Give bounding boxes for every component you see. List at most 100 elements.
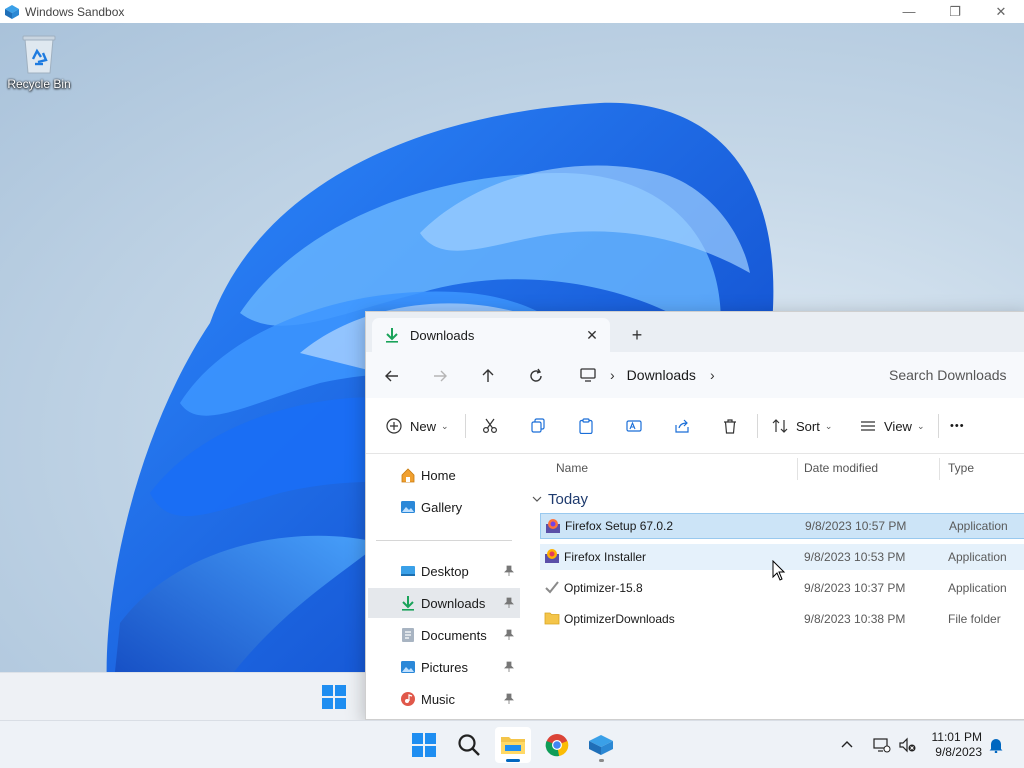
clock[interactable]: 11:01 PM 9/8/2023 <box>932 730 982 760</box>
forward-button[interactable] <box>428 364 452 388</box>
nav-label: Documents <box>421 627 487 643</box>
tab-close-button[interactable]: ✕ <box>578 321 606 349</box>
trash-icon <box>724 419 736 434</box>
gallery-icon <box>401 501 415 513</box>
forward-arrow-icon <box>434 370 447 382</box>
rename-icon <box>626 420 642 432</box>
nav-label: Downloads <box>421 595 486 611</box>
group-header-today[interactable]: Today <box>532 488 588 510</box>
file-date: 9/8/2023 10:57 PM <box>805 519 907 533</box>
navigation-pane: Home Gallery Desktop Downloads Documents… <box>366 454 522 719</box>
file-explorer-taskbar-button[interactable] <box>495 727 531 763</box>
column-header-name[interactable]: Name <box>556 454 588 482</box>
sort-icon <box>772 419 788 433</box>
copy-button[interactable] <box>530 414 546 438</box>
more-icon: ••• <box>950 420 965 432</box>
view-label: View <box>884 418 912 434</box>
recycle-bin-label: Recycle Bin <box>7 77 71 91</box>
file-name: Optimizer-15.8 <box>564 581 643 595</box>
recycle-bin[interactable]: Recycle Bin <box>6 31 72 91</box>
network-icon <box>873 738 891 753</box>
download-icon <box>386 328 398 343</box>
taskbar: 11:01 PM 9/8/2023 <box>0 720 1024 768</box>
nav-item-gallery[interactable]: Gallery <box>368 492 520 522</box>
notifications-button[interactable] <box>988 721 1004 768</box>
nav-item-documents[interactable]: Documents <box>368 620 520 650</box>
toolbar-divider <box>757 414 758 438</box>
folder-icon <box>544 612 560 625</box>
sandbox-icon <box>589 735 613 755</box>
column-header-type[interactable]: Type <box>948 454 974 482</box>
maximize-button[interactable]: ❐ <box>932 0 978 23</box>
share-icon <box>675 419 689 433</box>
paste-button[interactable] <box>578 414 594 438</box>
firefox-setup-icon <box>546 519 560 533</box>
plus-circle-icon <box>386 418 402 434</box>
chrome-taskbar-button[interactable] <box>539 727 575 763</box>
column-divider[interactable] <box>797 458 798 480</box>
command-bar: New ⌄ Sort ⌄ View ⌄ ••• <box>366 398 1024 454</box>
tray-overflow-button[interactable] <box>840 721 854 768</box>
file-date: 9/8/2023 10:38 PM <box>804 612 906 626</box>
copy-icon <box>531 418 545 433</box>
nav-item-home[interactable]: Home <box>368 460 520 490</box>
nav-label: Pictures <box>421 659 468 675</box>
network-status[interactable] <box>873 721 891 768</box>
start-button[interactable] <box>406 727 442 763</box>
new-button[interactable]: New ⌄ <box>386 414 449 438</box>
chevron-up-icon <box>841 741 853 748</box>
nav-item-downloads[interactable]: Downloads <box>368 588 520 618</box>
up-button[interactable] <box>476 364 500 388</box>
breadcrumb-separator[interactable]: › <box>610 367 615 383</box>
cut-button[interactable] <box>482 414 498 438</box>
start-icon <box>412 733 436 757</box>
group-label: Today <box>548 490 589 508</box>
file-list[interactable]: Name Date modified Type Today Firefox Se… <box>526 454 1024 719</box>
delete-button[interactable] <box>722 414 738 438</box>
nav-item-music[interactable]: Music <box>368 684 520 714</box>
nav-label: Desktop <box>421 563 469 579</box>
volume-status[interactable] <box>899 721 917 768</box>
inner-start-icon[interactable] <box>322 685 346 709</box>
new-tab-button[interactable]: + <box>624 322 650 348</box>
tab-downloads[interactable]: Downloads ✕ <box>372 318 610 352</box>
more-options-button[interactable]: ••• <box>950 414 965 438</box>
column-divider[interactable] <box>939 458 940 480</box>
scissors-icon <box>482 418 498 434</box>
refresh-button[interactable] <box>524 364 548 388</box>
file-explorer-window[interactable]: Downloads ✕ + › Downloads › Search Downl… <box>365 311 1024 720</box>
file-name: Firefox Setup 67.0.2 <box>565 519 674 533</box>
back-button[interactable] <box>380 364 404 388</box>
clock-date: 9/8/2023 <box>935 745 982 759</box>
firefox-installer-icon <box>545 549 559 563</box>
nav-item-desktop[interactable]: Desktop <box>368 556 520 586</box>
column-header-date[interactable]: Date modified <box>804 454 878 482</box>
close-button[interactable]: ✕ <box>978 0 1024 23</box>
chrome-icon <box>545 734 569 757</box>
minimize-button[interactable]: — <box>886 0 932 23</box>
file-row[interactable]: OptimizerDownloads 9/8/2023 10:38 PM Fil… <box>540 606 1024 632</box>
search-input[interactable]: Search Downloads <box>874 359 1024 391</box>
breadcrumb-chevron[interactable]: › <box>710 367 715 383</box>
sandbox-taskbar-button[interactable] <box>583 727 619 763</box>
breadcrumb-downloads[interactable]: Downloads <box>627 367 696 383</box>
mouse-cursor-icon <box>772 560 786 581</box>
share-button[interactable] <box>674 414 690 438</box>
pin-icon <box>504 661 514 672</box>
file-name: Firefox Installer <box>564 550 647 564</box>
checkmark-app-icon <box>545 581 559 594</box>
view-icon <box>861 421 875 431</box>
refresh-icon <box>530 368 542 382</box>
pin-icon <box>504 597 514 608</box>
nav-item-pictures[interactable]: Pictures <box>368 652 520 682</box>
file-row[interactable]: Firefox Setup 67.0.2 9/8/2023 10:57 PM A… <box>540 513 1024 539</box>
chevron-down-icon: ⌄ <box>824 420 833 431</box>
sort-button[interactable]: Sort ⌄ <box>772 414 832 438</box>
plus-icon: + <box>631 324 643 345</box>
sort-label: Sort <box>796 418 820 434</box>
search-button[interactable] <box>451 727 487 763</box>
address-box[interactable]: › Downloads › <box>572 358 862 392</box>
view-button[interactable]: View ⌄ <box>860 414 925 438</box>
rename-button[interactable] <box>626 414 642 438</box>
sandbox-icon <box>5 4 19 19</box>
